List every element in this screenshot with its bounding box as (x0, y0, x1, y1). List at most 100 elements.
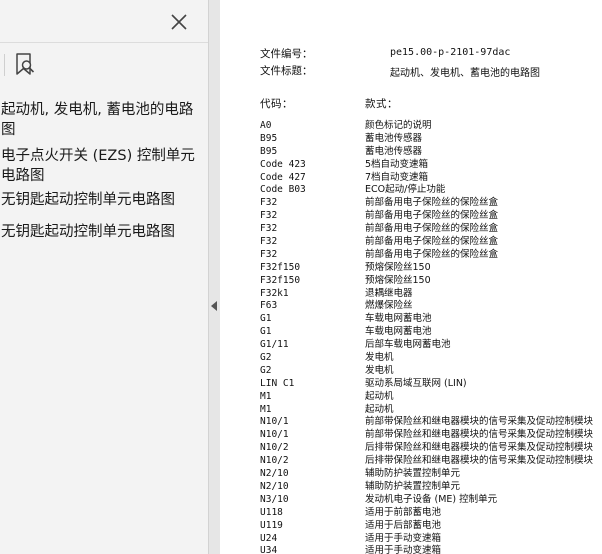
row-description: 蓄电池传感器 (365, 145, 423, 157)
table-row: M1 起动机 (220, 391, 602, 404)
table-row: N10/2 后排带保险丝和继电器模块的信号采集及促动控制模块 (220, 442, 602, 455)
row-description: 预熔保险丝150 (365, 261, 431, 273)
row-code: F63 (260, 300, 278, 312)
panel-header-divider (0, 42, 208, 43)
table-row: Code 423 5档自动变速箱 (220, 159, 602, 172)
row-description: 起动机 (365, 390, 394, 402)
row-code: G1 (260, 313, 272, 325)
row-description: 后部车载电网蓄电池 (365, 339, 451, 351)
row-description: 7档自动变速箱 (365, 171, 429, 183)
row-code: M1 (260, 390, 272, 402)
row-description: 发动机电子设备 (ME) 控制单元 (365, 493, 498, 505)
table-row: N3/10 发动机电子设备 (ME) 控制单元 (220, 494, 602, 507)
panel-splitter[interactable] (208, 0, 220, 554)
row-description: 前部备用电子保险丝的保险丝盒 (365, 223, 499, 235)
row-code: Code B03 (260, 184, 306, 196)
row-description: 驱动系局域互联网 (LIN) (365, 377, 467, 389)
table-row: F63 燃爆保险丝 (220, 300, 602, 313)
row-description: 燃爆保险丝 (365, 300, 413, 312)
row-description: 后排带保险丝和继电器模块的信号采集及促动控制模块 (365, 455, 594, 467)
table-row: U119 适用于后部蓄电池 (220, 520, 602, 533)
table-row: N10/1 前部带保险丝和继电器模块的信号采集及促动控制模块 (220, 416, 602, 429)
row-description: 后排带保险丝和继电器模块的信号采集及促动控制模块 (365, 442, 594, 454)
table-row: A0 颜色标记的说明 (220, 120, 602, 133)
row-description: 发电机 (365, 364, 394, 376)
table-row: F32 前部备用电子保险丝的保险丝盒 (220, 236, 602, 249)
table-row: LIN C1 驱动系局域互联网 (LIN) (220, 378, 602, 391)
table-row: Code 427 7档自动变速箱 (220, 172, 602, 185)
table-row: F32k1 退耦继电器 (220, 288, 602, 301)
bookmark-list: 起动机, 发电机, 蓄电池的电路图 电子点火开关 (EZS) 控制单元电路图 无… (0, 100, 208, 242)
row-description: 车载电网蓄电池 (365, 313, 432, 325)
row-code: F32 (260, 236, 278, 248)
close-panel-button[interactable] (168, 11, 190, 33)
file-title-value: 起动机、发电机、蓄电池的电路图 (390, 68, 540, 79)
row-description: 发电机 (365, 352, 394, 364)
row-code: A0 (260, 120, 272, 131)
row-code: M1 (260, 403, 272, 415)
file-number-label: 文件编号： (260, 48, 313, 60)
table-row: N2/10 辅助防护装置控制单元 (220, 481, 602, 494)
row-description: 5档自动变速箱 (365, 158, 429, 170)
row-code: N10/2 (260, 442, 289, 454)
row-description: 辅助防护装置控制单元 (365, 480, 461, 492)
row-description: 前部备用电子保险丝的保险丝盒 (365, 248, 499, 260)
table-row: G1/11 后部车载电网蓄电池 (220, 339, 602, 352)
bookmark-search-button[interactable] (14, 52, 36, 78)
row-description: ECO起动/停止功能 (365, 184, 446, 196)
row-code: B95 (260, 145, 278, 157)
table-row: G2 发电机 (220, 352, 602, 365)
toolbar-divider (4, 54, 5, 76)
table-row: N2/10 辅助防护装置控制单元 (220, 468, 602, 481)
chevron-left-icon[interactable] (211, 301, 217, 311)
row-code: F32 (260, 248, 278, 260)
row-code: Code 423 (260, 158, 306, 170)
row-description: 车载电网蓄电池 (365, 326, 432, 338)
table-row: G2 发电机 (220, 365, 602, 378)
table-row: F32f150 预熔保险丝150 (220, 262, 602, 275)
row-description: 适用于手动变速箱 (365, 532, 442, 544)
bookmark-search-icon (16, 53, 35, 75)
file-number-value: pe15.00-p-2101-97dac (390, 47, 511, 58)
row-code: N2/10 (260, 468, 289, 480)
row-description: 预熔保险丝150 (365, 274, 431, 286)
row-description: 蓄电池传感器 (365, 132, 423, 144)
row-description: 前部备用电子保险丝的保险丝盒 (365, 210, 499, 222)
parts-list: A0 颜色标记的说明 B95 蓄电池传感器 B95 蓄电池传感器 Code 423 5档自动变… (220, 120, 602, 554)
row-code: N10/1 (260, 416, 289, 428)
bookmark-item-ezs-control-unit[interactable]: 电子点火开关 (EZS) 控制单元电路图 (0, 146, 206, 186)
row-description: 颜色标记的说明 (365, 120, 432, 131)
bookmark-item-keyless-start-2[interactable]: 无钥匙起动控制单元电路图 (0, 222, 208, 242)
row-description: 适用于手动变速箱 (365, 545, 442, 554)
row-code: U34 (260, 545, 278, 554)
row-code: N2/10 (260, 480, 289, 492)
table-row: F32f150 预熔保险丝150 (220, 275, 602, 288)
table-row: F32 前部备用电子保险丝的保险丝盒 (220, 223, 602, 236)
row-code: N3/10 (260, 493, 289, 505)
row-description: 起动机 (365, 403, 394, 415)
row-code: F32k1 (260, 287, 289, 299)
bookmark-item-starter-generator-battery[interactable]: 起动机, 发电机, 蓄电池的电路图 (0, 100, 206, 140)
row-code: G1 (260, 326, 272, 338)
row-description: 前部备用电子保险丝的保险丝盒 (365, 197, 499, 209)
document-page: 文件编号： pe15.00-p-2101-97dac 文件标题： 起动机、发电机… (220, 0, 602, 554)
row-description: 适用于前部蓄电池 (365, 506, 442, 518)
table-row: G1 车载电网蓄电池 (220, 313, 602, 326)
row-code: F32f150 (260, 261, 301, 273)
table-row: U118 适用于前部蓄电池 (220, 507, 602, 520)
row-code: F32 (260, 210, 278, 222)
row-code: Code 427 (260, 171, 306, 183)
code-column-header: 代码： (260, 98, 293, 110)
row-description: 适用于后部蓄电池 (365, 519, 442, 531)
row-code: F32 (260, 197, 278, 209)
table-row: N10/1 前部带保险丝和继电器模块的信号采集及促动控制模块 (220, 429, 602, 442)
row-description: 前部带保险丝和继电器模块的信号采集及促动控制模块 (365, 416, 594, 428)
table-row: F32 前部备用电子保险丝的保险丝盒 (220, 197, 602, 210)
row-code: N10/2 (260, 455, 289, 467)
bookmark-item-keyless-start-1[interactable]: 无钥匙起动控制单元电路图 (0, 190, 208, 210)
row-code: U118 (260, 506, 283, 518)
row-code: F32f150 (260, 274, 301, 286)
row-code: N10/1 (260, 429, 289, 441)
row-description: 退耦继电器 (365, 287, 413, 299)
row-code: G2 (260, 352, 272, 364)
